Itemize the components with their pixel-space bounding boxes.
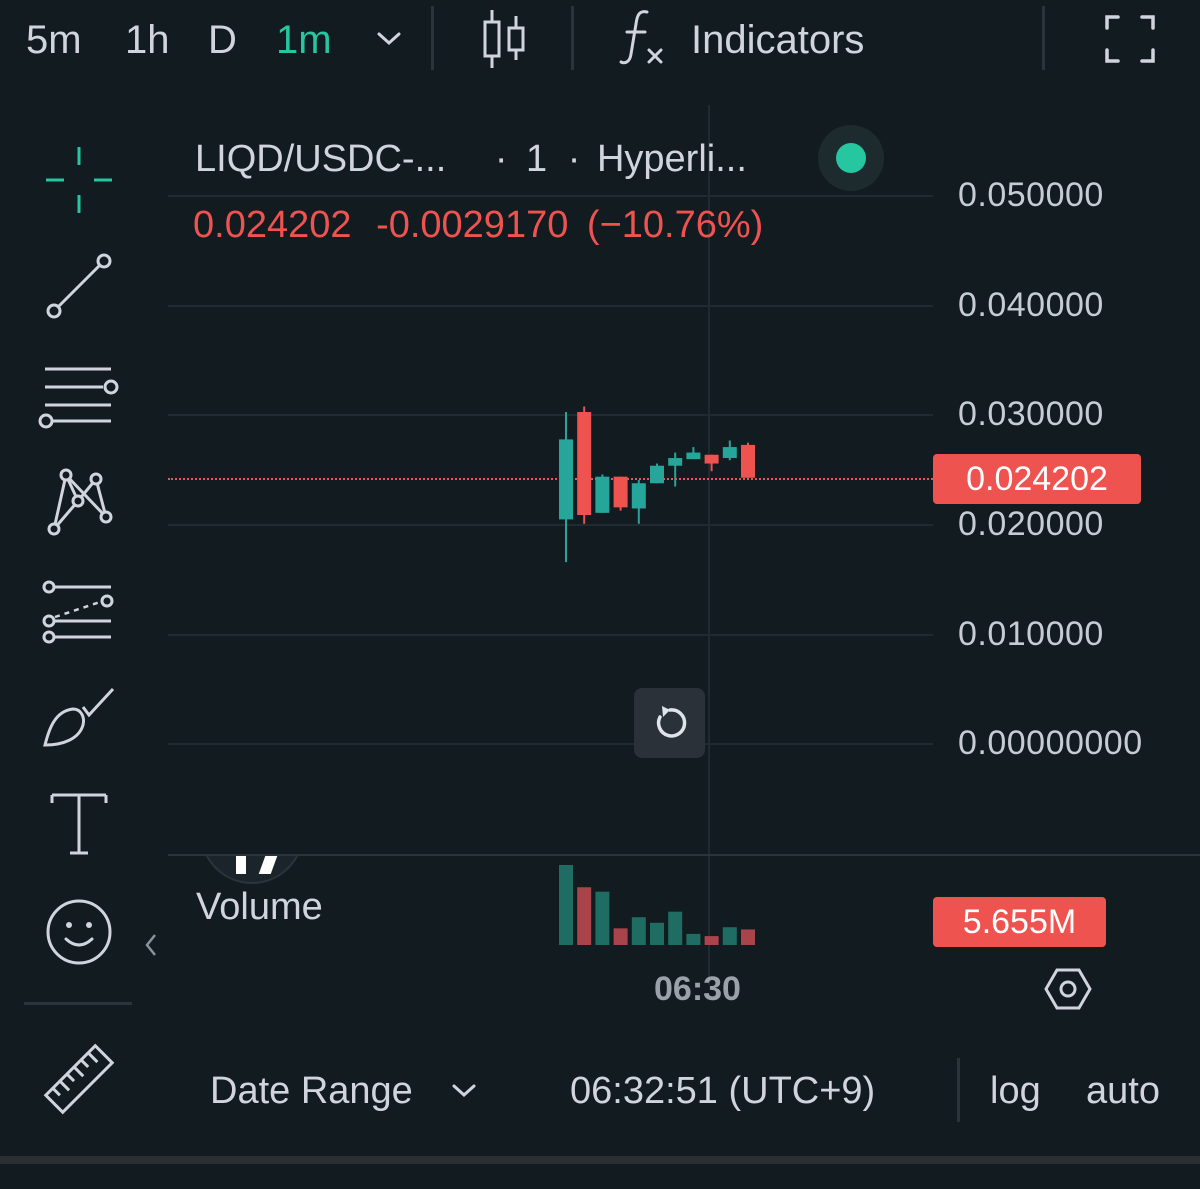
volume-label: Volume <box>196 886 323 928</box>
auto-scale-toggle[interactable]: auto <box>1086 1070 1160 1113</box>
volume-bar <box>722 927 737 945</box>
volume-bar <box>577 887 592 945</box>
candlestick-chart <box>559 406 755 945</box>
candle-body <box>704 454 719 464</box>
volume-bar <box>613 928 628 945</box>
candle-body <box>559 439 573 520</box>
chart-settings-icon[interactable] <box>1043 964 1093 1019</box>
volume-value-badge: 5.655M <box>933 897 1106 947</box>
candle-body <box>668 458 683 466</box>
date-range-button[interactable]: Date Range <box>210 1070 413 1113</box>
candle-body <box>577 412 592 516</box>
volume-bar <box>741 929 755 945</box>
log-scale-toggle[interactable]: log <box>990 1070 1041 1113</box>
volume-bar <box>668 911 683 945</box>
volume-bar <box>559 865 573 945</box>
candle-body <box>613 476 628 508</box>
candle-body <box>595 476 610 513</box>
candle-body <box>686 452 701 460</box>
volume-bar <box>650 922 664 945</box>
reset-chart-button[interactable] <box>634 688 705 758</box>
candle-body <box>631 483 646 509</box>
clock-timezone[interactable]: 06:32:51 (UTC+9) <box>570 1070 875 1113</box>
bottom-divider <box>0 1156 1200 1164</box>
reset-icon <box>656 706 686 738</box>
chevron-down-icon[interactable] <box>450 1080 478 1107</box>
volume-bar <box>704 936 719 945</box>
volume-bar <box>686 933 701 945</box>
volume-bar <box>595 891 610 945</box>
toolbar-divider <box>957 1058 960 1122</box>
candle-body <box>741 444 755 478</box>
pane-control-icon[interactable] <box>200 856 304 884</box>
volume-bar <box>631 917 646 945</box>
candle-body <box>722 447 737 459</box>
time-axis-label: 06:30 <box>654 970 741 1008</box>
candle-body <box>650 465 664 484</box>
pane-separator[interactable] <box>168 854 1200 856</box>
